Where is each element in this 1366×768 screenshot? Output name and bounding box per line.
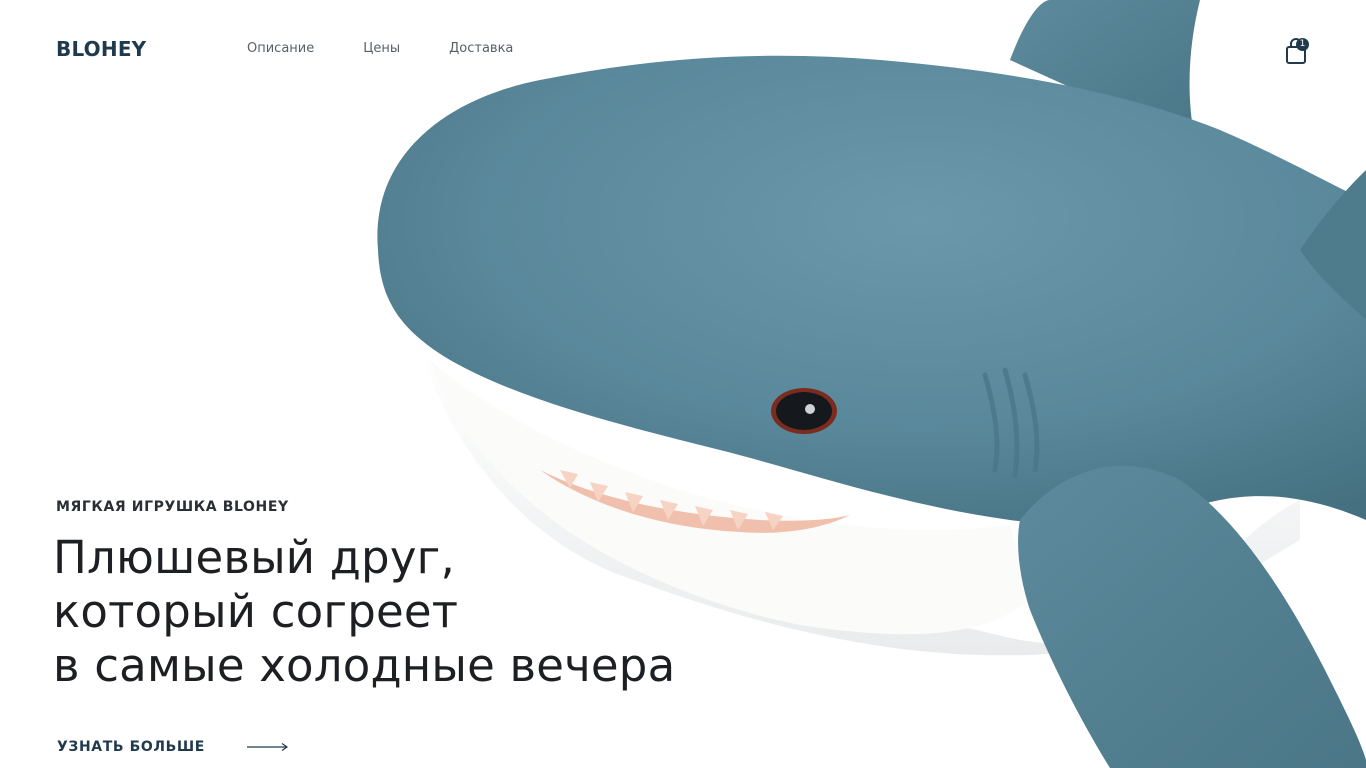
nav-link-prices[interactable]: Цены <box>363 41 400 57</box>
hero-headline: Плюшевый друг, который согреет в самые х… <box>53 531 675 693</box>
main-nav: Описание Цены Доставка <box>247 41 562 57</box>
headline-line-3: в самые холодные вечера <box>53 639 676 692</box>
arrow-right-icon <box>246 743 288 751</box>
nav-link-description[interactable]: Описание <box>247 41 314 57</box>
learn-more-label: УЗНАТЬ БОЛЬШЕ <box>57 739 205 755</box>
hero-eyebrow: МЯГКАЯ ИГРУШКА BLOHEY <box>56 499 289 515</box>
cart-count-badge: 1 <box>1296 38 1309 51</box>
cart-button[interactable]: 1 <box>1282 36 1310 66</box>
learn-more-button[interactable]: УЗНАТЬ БОЛЬШЕ <box>57 739 289 755</box>
headline-line-1: Плюшевый друг, <box>53 531 455 584</box>
brand-logo[interactable]: BLOHEY <box>56 37 146 61</box>
headline-line-2: который согреет <box>53 585 459 638</box>
landing-page: BLOHEY Описание Цены Доставка 1 МЯГКАЯ И… <box>0 0 1366 768</box>
nav-link-delivery[interactable]: Доставка <box>449 41 513 57</box>
